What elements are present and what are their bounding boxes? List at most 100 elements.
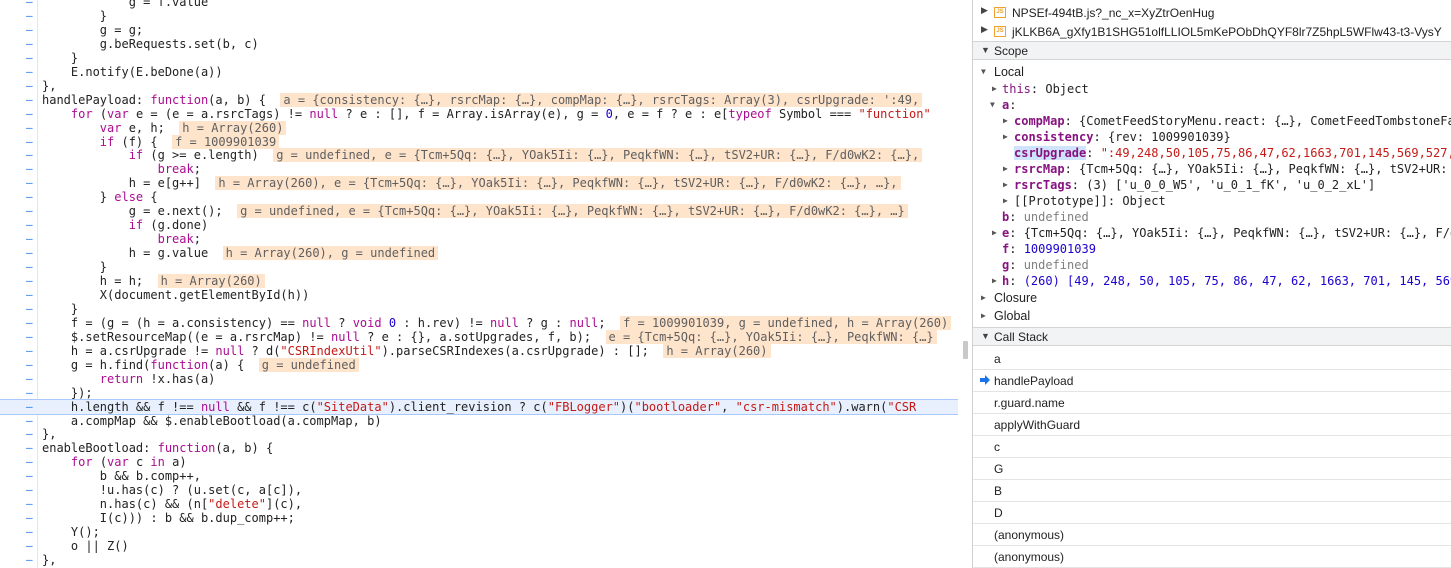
inline-value-annotation: h = Array(260) [179, 120, 287, 135]
file-row[interactable]: ▶ JS jKLKB6A_gXfy1B1SHG51olfLLIOL5mKePOb… [973, 21, 1451, 41]
var-value: (260) [49, 248, 50, 105, 75, 86, 47, 62,… [1023, 274, 1451, 288]
var-key: g [1002, 258, 1010, 272]
scope-closure-row[interactable]: ▶ Closure [973, 290, 1451, 306]
js-file-icon: JS [994, 26, 1006, 37]
frame-name: B [994, 484, 1003, 498]
scope-var-row[interactable]: ▼ a: [973, 97, 1451, 113]
scope-global-row[interactable]: ▶ Global [973, 308, 1451, 324]
call-stack-frame[interactable]: (anonymous) [973, 524, 1451, 546]
expand-arrow-icon[interactable]: ▶ [1003, 113, 1008, 129]
property-key: consistency [1014, 130, 1094, 144]
inline-value-annotation: h = Array(260), g = undefined [222, 246, 439, 261]
call-stack-frame[interactable]: D [973, 502, 1451, 524]
call-stack-frame[interactable]: a [973, 348, 1451, 370]
panel-splitter[interactable] [958, 0, 973, 568]
file-name: NPSEf-494tB.js?_nc_x=XyZtrOenHug [1012, 6, 1215, 20]
var-value: undefined [1023, 258, 1089, 272]
property-value: {rev: 1009901039} [1107, 130, 1231, 144]
object-property-row[interactable]: ▶ rsrcMap: {Tcm+5Qq: {…}, YOak5Ii: {…}, P… [973, 161, 1451, 177]
expand-arrow-icon[interactable]: ▶ [981, 5, 988, 16]
expand-arrow-icon[interactable]: ▶ [1003, 129, 1008, 145]
var-key: h [1002, 274, 1010, 288]
inline-value-annotation: g = undefined [258, 357, 359, 372]
file-row[interactable]: ▶ JS NPSEf-494tB.js?_nc_x=XyZtrOenHug [973, 2, 1451, 22]
frame-name: r.guard.name [994, 396, 1065, 410]
collapse-arrow-icon[interactable]: ▼ [981, 64, 986, 80]
call-stack-frame[interactable]: B [973, 480, 1451, 502]
scope-var-row[interactable]: g: undefined [973, 257, 1451, 273]
var-value: undefined [1023, 210, 1089, 224]
expand-arrow-icon[interactable]: ▶ [1003, 193, 1008, 209]
scope-var-row[interactable]: ▶ h: (260) [49, 248, 50, 105, 75, 86, 47… [973, 273, 1451, 289]
property-key: rsrcTags [1014, 178, 1072, 192]
closure-label: Closure [994, 291, 1038, 305]
inline-value-annotation: f = 1009901039, g = undefined, h = Array… [620, 315, 952, 330]
property-key: csrUpgrade [1014, 146, 1087, 160]
debugger-sidebar: ▶ JS NPSEf-494tB.js?_nc_x=XyZtrOenHug ▶ … [973, 0, 1451, 568]
call-stack-section-header[interactable]: ▼ Call Stack [973, 327, 1451, 346]
frame-name: (anonymous) [994, 528, 1065, 542]
object-property-row[interactable]: ▶ [[Prototype]]: Object [973, 193, 1451, 209]
frame-name: (anonymous) [994, 550, 1065, 564]
property-key: [[Prototype]] [1014, 194, 1108, 208]
call-stack-frame[interactable]: handlePayload [973, 370, 1451, 392]
inline-value-annotation: h = Array(260) [157, 274, 265, 288]
splitter-handle[interactable] [963, 341, 968, 359]
expand-arrow-icon[interactable]: ▶ [1003, 161, 1008, 177]
object-property-row[interactable]: csrUpgrade: ":49,248,50,105,75,86,47,62,… [973, 145, 1451, 161]
expand-arrow-icon[interactable]: ▶ [981, 308, 986, 324]
call-stack-frame[interactable]: r.guard.name [973, 392, 1451, 414]
inline-value-annotation: a = {consistency: {…}, rsrcMap: {…}, com… [280, 92, 923, 107]
scope-title: Scope [994, 44, 1029, 58]
inline-value-annotation: h = Array(260), e = {Tcm+5Qq: {…}, YOak5… [215, 176, 901, 191]
frame-name: a [994, 352, 1001, 366]
inline-value-annotation: g = undefined, e = {Tcm+5Qq: {…}, YOak5I… [237, 204, 908, 219]
property-value: ":49,248,50,105,75,86,47,62,1663,701,145… [1100, 146, 1451, 160]
file-name: jKLKB6A_gXfy1B1SHG51olfLLIOL5mKePObDhQYF… [1012, 25, 1442, 39]
property-key: rsrcMap [1014, 162, 1065, 176]
expand-arrow-icon[interactable]: ▶ [1003, 177, 1008, 193]
collapse-arrow-icon[interactable]: ▼ [981, 45, 990, 55]
collapse-arrow-icon[interactable]: ▼ [990, 97, 995, 113]
source-code-pane[interactable]: – g = f.value – } – g = g; – g.beRequests.s… [0, 0, 958, 568]
property-value: {CometFeedStoryMenu.react: {…}, CometFee… [1079, 114, 1451, 128]
expand-arrow-icon[interactable]: ▶ [981, 290, 986, 306]
scope-section-header[interactable]: ▼ Scope [973, 41, 1451, 60]
expand-arrow-icon[interactable]: ▶ [981, 24, 988, 35]
frame-name: c [994, 440, 1000, 454]
var-key: b [1002, 210, 1010, 224]
inline-value-annotation: f = 1009901039 [172, 134, 280, 149]
current-frame-arrow-icon [980, 375, 990, 385]
expand-arrow-icon[interactable]: ▶ [992, 81, 997, 97]
scope-var-row[interactable]: ▶ e: {Tcm+5Qq: {…}, YOak5Ii: {…}, PeqkfW… [973, 225, 1451, 241]
expand-arrow-icon[interactable]: ▶ [992, 273, 997, 289]
frame-name: handlePayload [994, 374, 1074, 388]
scope-local-row[interactable]: ▼ Local [973, 64, 1451, 80]
object-property-row[interactable]: ▶ compMap: {CometFeedStoryMenu.react: {…}… [973, 113, 1451, 129]
call-stack-title: Call Stack [994, 330, 1049, 344]
call-stack-frame[interactable]: G [973, 458, 1451, 480]
code-text: h.length && f !== null && f !== c("SiteD… [42, 399, 917, 414]
js-file-icon: JS [994, 7, 1006, 18]
var-key: f [1002, 242, 1010, 256]
collapse-arrow-icon[interactable]: ▼ [981, 331, 990, 341]
line-marker[interactable]: – [26, 400, 34, 414]
local-label: Local [994, 65, 1024, 79]
var-key: e [1002, 226, 1010, 240]
property-value: {Tcm+5Qq: {…}, YOak5Ii: {…}, PeqkfWN: {…… [1079, 162, 1451, 176]
scope-var-row[interactable]: f: 1009901039 [973, 241, 1451, 257]
frame-name: G [994, 462, 1004, 476]
global-label: Global [994, 309, 1031, 323]
call-stack-frame[interactable]: (anonymous) [973, 546, 1451, 568]
expand-arrow-icon[interactable]: ▶ [992, 225, 997, 241]
call-stack-frame[interactable]: applyWithGuard [973, 414, 1451, 436]
object-property-row[interactable]: ▶ rsrcTags: (3) ['u_0_0_W5', 'u_0_1_fK', … [973, 177, 1451, 193]
frame-name: applyWithGuard [994, 418, 1081, 432]
frame-name: D [994, 506, 1003, 520]
scope-var-row[interactable]: ▶ this: Object [973, 81, 1451, 97]
var-key: a [1002, 98, 1010, 112]
object-property-row[interactable]: ▶ consistency: {rev: 1009901039} [973, 129, 1451, 145]
call-stack-frame[interactable]: c [973, 436, 1451, 458]
property-key: compMap [1014, 114, 1065, 128]
scope-var-row[interactable]: b: undefined [973, 209, 1451, 225]
